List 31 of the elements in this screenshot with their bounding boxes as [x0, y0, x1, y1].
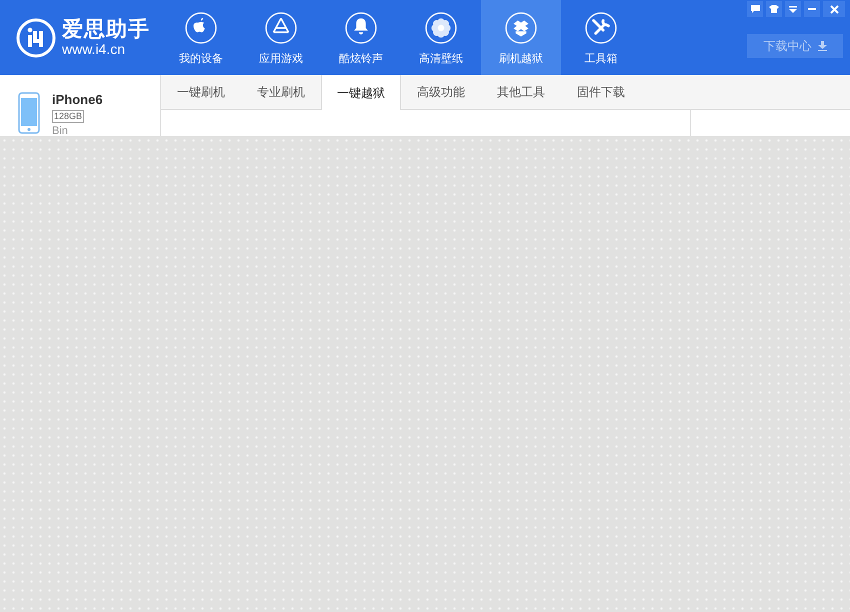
- tab[interactable]: 其他工具: [481, 75, 561, 109]
- nav-item[interactable]: 我的设备: [161, 0, 241, 75]
- device-name: iPhone6: [52, 92, 103, 108]
- box-icon: [505, 12, 537, 44]
- shirt-icon[interactable]: [766, 1, 782, 17]
- capacity-badge: 128GB: [52, 110, 84, 123]
- tab[interactable]: 一键刷机: [161, 75, 241, 109]
- apple-icon: [185, 12, 217, 44]
- bell-icon: [345, 12, 377, 44]
- logo-icon: [16, 18, 56, 58]
- tab[interactable]: 高级功能: [401, 75, 481, 109]
- menu-icon[interactable]: [785, 1, 801, 17]
- close-icon[interactable]: [823, 1, 845, 17]
- nav-item[interactable]: 高清壁纸: [401, 0, 481, 75]
- tab[interactable]: 固件下载: [561, 75, 641, 109]
- app-url: www.i4.cn: [62, 42, 126, 56]
- message-icon[interactable]: [747, 1, 763, 17]
- phone-icon: [18, 92, 40, 134]
- download-center-button[interactable]: 下载中心: [747, 34, 843, 58]
- download-icon: [818, 41, 826, 51]
- flower-icon: [425, 12, 457, 44]
- minimize-icon[interactable]: [804, 1, 820, 17]
- nav-item[interactable]: 酷炫铃声: [321, 0, 401, 75]
- tab[interactable]: 一键越狱: [321, 75, 401, 110]
- nav-item[interactable]: 应用游戏: [241, 0, 321, 75]
- app-name: 爱思助手: [62, 19, 150, 40]
- device-owner: Bin: [52, 125, 68, 137]
- nav-item[interactable]: 工具箱: [561, 0, 641, 75]
- tab[interactable]: 专业刷机: [241, 75, 321, 109]
- nav-item[interactable]: 刷机越狱: [481, 0, 561, 75]
- tools-icon: [585, 12, 617, 44]
